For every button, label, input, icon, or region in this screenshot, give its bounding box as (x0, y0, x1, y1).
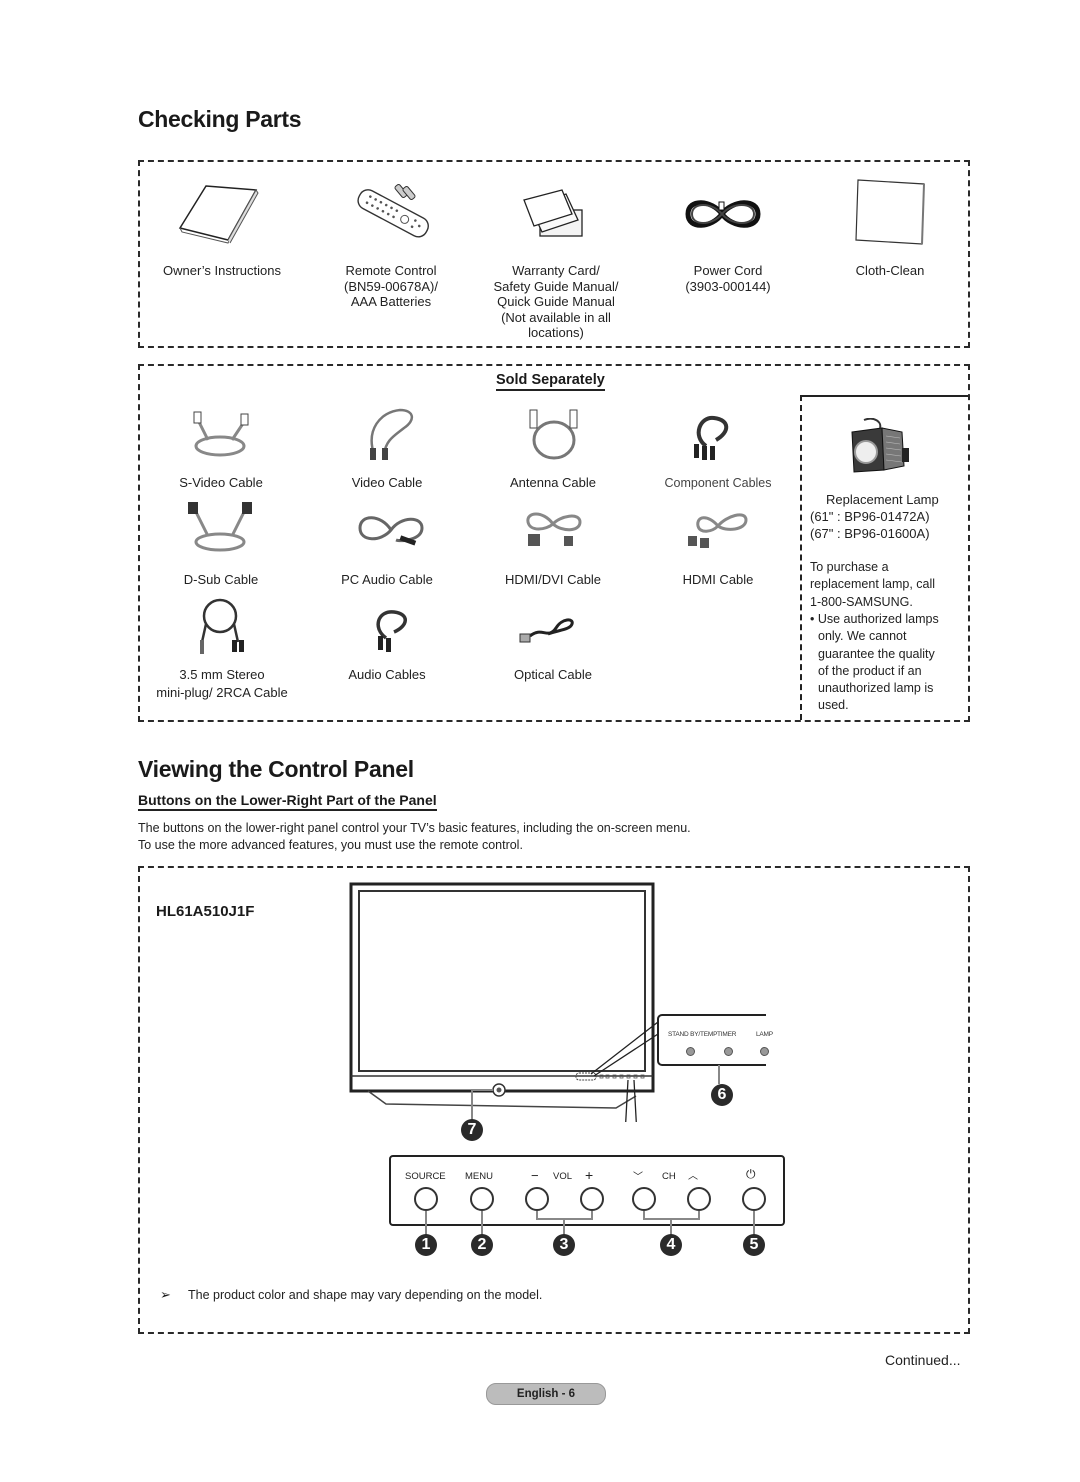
included-part-label: Remote Control (BN59-00678A)/AAA Batterie… (344, 263, 438, 309)
power-button[interactable] (742, 1187, 766, 1211)
sold-separately-title: Sold Separately (496, 372, 605, 391)
sold-item-label: 3.5 mm Stereo mini-plug/ 2RCA Cable (156, 667, 288, 700)
sold-item-label: Antenna Cable (509, 475, 597, 490)
note-arrow-icon: ➢ (160, 1287, 171, 1302)
lamp-label: LAMP (756, 1031, 773, 1038)
replacement-lamp-part-67: (67" : BP96-01600A) (810, 526, 930, 541)
timer-label: TIMER (717, 1031, 737, 1038)
ch-label: CH (662, 1171, 676, 1182)
remote-control-icon (357, 184, 429, 238)
included-part-label: Cloth-Clean (855, 263, 925, 278)
sold-item-label: PC Audio Cable (341, 572, 433, 587)
checking-parts-title: Checking Parts (138, 106, 302, 132)
page-number: English - 6 (516, 1388, 576, 1400)
source-button[interactable] (414, 1187, 438, 1211)
callout-3: 3 (553, 1234, 575, 1256)
sold-item-label: D-Sub Cable (183, 572, 259, 587)
model-number: HL61A510J1F (156, 903, 255, 920)
standby-led-icon (686, 1047, 695, 1056)
callout-leaders (425, 1211, 755, 1237)
sold-item-label: Audio Cables (348, 667, 426, 682)
sold-item-label: Video Cable (351, 475, 423, 490)
product-variation-note: The product color and shape may vary dep… (188, 1288, 543, 1302)
tv-front-illustration (349, 882, 766, 1122)
sold-item-label: Component Cables (664, 476, 772, 490)
included-part-label: Power Cord (3903-000144) (685, 263, 771, 294)
manual-icon (178, 185, 259, 244)
menu-label: MENU (465, 1171, 493, 1182)
page-number-badge: English - 6 (486, 1383, 606, 1405)
replacement-lamp-title: Replacement Lamp (826, 492, 939, 507)
control-panel-subtitle: Buttons on the Lower-Right Part of the P… (138, 792, 437, 811)
volume-up-button[interactable] (580, 1187, 604, 1211)
callout-6: 6 (711, 1084, 733, 1106)
cards-icon (523, 189, 583, 237)
vol-minus-label: − (531, 1168, 539, 1183)
included-part-label: Warranty Card/Safety Guide Manual/Quick … (493, 263, 619, 340)
hdmi-dvi-cable-icon (526, 512, 582, 546)
callout-5: 5 (743, 1234, 765, 1256)
sold-item-label: Optical Cable (513, 667, 593, 682)
stereo-mini-plug-cable-icon (200, 598, 244, 654)
channel-down-button[interactable] (632, 1187, 656, 1211)
menu-button[interactable] (470, 1187, 494, 1211)
callout-1: 1 (415, 1234, 437, 1256)
lamp-led-icon (760, 1047, 769, 1056)
volume-down-button[interactable] (525, 1187, 549, 1211)
vol-plus-label: + (585, 1167, 594, 1183)
source-label: SOURCE (405, 1171, 446, 1182)
vol-label: VOL (553, 1171, 573, 1182)
timer-led-icon (724, 1047, 733, 1056)
d-sub-cable-icon (188, 502, 252, 552)
replacement-lamp-icon (851, 418, 909, 473)
hdmi-cable-icon (688, 513, 748, 548)
antenna-cable-icon (529, 409, 578, 460)
sold-item-label: HDMI/DVI Cable (504, 572, 602, 587)
standby-temp-label: STAND BY/TEMP (668, 1031, 718, 1038)
audio-cables-icon (376, 610, 407, 652)
video-cable-icon (370, 408, 413, 460)
cloth-icon (855, 179, 925, 245)
power-label-icon: ⏻ (746, 1167, 756, 1181)
pc-audio-cable-icon (358, 516, 424, 546)
s-video-cable-icon (193, 411, 249, 457)
continued-label: Continued... (885, 1352, 961, 1368)
control-panel-description: The buttons on the lower-right panel con… (138, 821, 691, 852)
lamp-warning: • Use authorized lamps only. We cannot gua… (810, 612, 939, 713)
ch-up-label: ︿ (688, 1171, 698, 1182)
optical-cable-icon (519, 618, 574, 643)
ch-down-label: ﹀ (633, 1172, 643, 1183)
callout-2: 2 (471, 1234, 493, 1256)
lamp-purchase-info: To purchase a replacement lamp, call 1-8… (810, 560, 936, 609)
sold-item-label: HDMI Cable (682, 572, 754, 587)
callout-7: 7 (461, 1119, 483, 1141)
included-part-label: Owner’s Instructions (162, 263, 282, 278)
control-panel-title: Viewing the Control Panel (138, 756, 414, 782)
replacement-lamp-part-61: (61" : BP96-01472A) (810, 509, 930, 524)
power-cord-icon (685, 200, 761, 228)
sold-item-label: S-Video Cable (179, 475, 263, 490)
channel-up-button[interactable] (687, 1187, 711, 1211)
callout-4: 4 (660, 1234, 682, 1256)
component-cables-icon (694, 415, 729, 460)
